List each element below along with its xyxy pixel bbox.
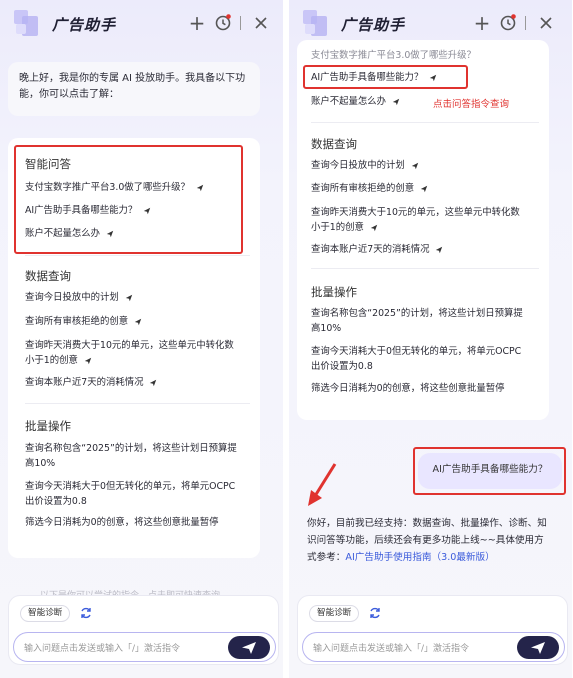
batch-item-1[interactable]: 查询名称包含“2025”的计划，将这些计划日预算提高10% [25, 441, 240, 471]
assistant-reply: 你好，目前我已经支持：数据查询、批量操作、诊断、知识问答等功能，后续还会有更多功… [307, 515, 547, 566]
section-divider [311, 268, 539, 269]
cut-off-item: 支付宝数字推广平台3.0做了哪些升级？ [311, 50, 476, 61]
header-divider [240, 16, 241, 30]
send-icon [242, 642, 256, 654]
user-message-bubble: AI广告助手具备哪些能力？ [418, 453, 562, 489]
data-item-1-label: 查询今日投放中的计划 [25, 292, 119, 303]
section-title-batch: 批量操作 [311, 285, 357, 299]
data-item-4[interactable]: 查询本账户近7天的消耗情况 [311, 242, 443, 257]
plus-icon[interactable]: + [186, 12, 208, 34]
data-item-2[interactable]: 查询所有审核拒绝的创意 [25, 314, 142, 329]
batch-item-2-label: 查询今天消耗大于0但无转化的单元，将单元OCPC出价设置为0.8 [311, 346, 522, 372]
composer: 智能诊断 输入问题点击发送或输入「/」激活指令 [297, 595, 568, 665]
send-icon [531, 642, 545, 654]
intro-bubble: 晚上好，我是你的专属 AI 投放助手。我具备以下功能，你可以点击了解： [8, 62, 260, 116]
section-title-data: 数据查询 [311, 137, 357, 151]
section-divider [25, 255, 250, 256]
data-item-1-label: 查询今日投放中的计划 [311, 160, 405, 171]
send-icon [134, 318, 142, 325]
batch-item-1-label: 查询名称包含“2025”的计划，将这些计划日预算提高10% [25, 443, 237, 469]
send-icon [125, 294, 132, 301]
batch-item-2-label: 查询今天消耗大于0但无转化的单元，将单元OCPC出价设置为0.8 [25, 481, 236, 507]
section-title-data: 数据查询 [25, 269, 71, 283]
message-input[interactable]: 输入问题点击发送或输入「/」激活指令 [13, 632, 276, 662]
data-item-4-label: 查询本账户近7天的消耗情况 [25, 377, 144, 388]
section-title-batch: 批量操作 [25, 419, 71, 433]
data-item-3-label: 查询昨天消费大于10元的单元，这些单元中转化数小于1的创意 [311, 207, 520, 233]
history-icon[interactable] [212, 12, 234, 34]
composer: 智能诊断 输入问题点击发送或输入「/」激活指令 [8, 595, 279, 665]
app-title: 广告助手 [52, 16, 117, 34]
send-icon [420, 185, 428, 192]
input-placeholder: 输入问题点击发送或输入「/」激活指令 [24, 644, 181, 654]
stage: 广告助手 + 晚上好，我是你的专属 AI 投放助手。我具备以下功能，你可以点击了… [0, 0, 573, 678]
send-icon [150, 379, 157, 386]
refresh-icon[interactable] [368, 606, 382, 620]
assistant-panel-right: 广告助手 + 支付宝数字推广平台3.0做了哪些升级？ AI广告助手具备哪些能力？… [289, 0, 572, 678]
section-divider [311, 122, 539, 123]
logo-icon [303, 10, 327, 36]
batch-item-3-label: 筛选今日消耗为0的创意，将这些创意批量暂停 [25, 517, 219, 528]
data-item-4-label: 查询本账户近7天的消耗情况 [311, 244, 430, 255]
batch-item-2[interactable]: 查询今天消耗大于0但无转化的单元，将单元OCPC出价设置为0.8 [311, 344, 529, 374]
plus-icon[interactable]: + [471, 12, 493, 34]
feature-card-scrolled: 支付宝数字推广平台3.0做了哪些升级？ AI广告助手具备哪些能力？ 账户不起量怎… [297, 40, 549, 420]
logo-icon [14, 10, 38, 36]
batch-item-3[interactable]: 筛选今日消耗为0的创意，将这些创意批量暂停 [25, 515, 240, 530]
send-icon [392, 98, 400, 105]
data-item-3-label: 查询昨天消费大于10元的单元，这些单元中转化数小于1的创意 [25, 340, 234, 366]
data-item-2-label: 查询所有审核拒绝的创意 [25, 316, 129, 327]
data-item-2[interactable]: 查询所有审核拒绝的创意 [311, 181, 428, 196]
data-item-3[interactable]: 查询昨天消费大于10元的单元，这些单元中转化数小于1的创意 [311, 205, 529, 235]
assistant-panel-left: 广告助手 + 晚上好，我是你的专属 AI 投放助手。我具备以下功能，你可以点击了… [0, 0, 283, 678]
header-divider [525, 16, 526, 30]
data-item-2-label: 查询所有审核拒绝的创意 [311, 183, 415, 194]
batch-item-2[interactable]: 查询今天消耗大于0但无转化的单元，将单元OCPC出价设置为0.8 [25, 479, 240, 509]
section-divider [25, 403, 250, 404]
close-icon[interactable] [535, 12, 557, 34]
data-item-4[interactable]: 查询本账户近7天的消耗情况 [25, 375, 157, 390]
send-button[interactable] [228, 636, 270, 659]
data-item-1[interactable]: 查询今日投放中的计划 [25, 290, 133, 305]
input-placeholder: 输入问题点击发送或输入「/」激活指令 [313, 644, 470, 654]
close-icon[interactable] [250, 12, 272, 34]
intro-text: 晚上好，我是你的专属 AI 投放助手。我具备以下功能，你可以点击了解： [19, 73, 246, 100]
guide-link[interactable]: AI广告助手使用指南（3.0最新版） [345, 552, 494, 563]
data-item-1[interactable]: 查询今日投放中的计划 [311, 158, 419, 173]
highlight-box-question [303, 65, 468, 89]
history-icon[interactable] [497, 12, 519, 34]
batch-item-1[interactable]: 查询名称包含“2025”的计划，将这些计划日预算提高10% [311, 306, 529, 336]
highlight-box-qa [14, 145, 243, 254]
batch-item-3[interactable]: 筛选今日消耗为0的创意，将这些创意批量暂停 [311, 381, 529, 396]
send-icon [411, 162, 418, 169]
send-icon [436, 246, 443, 253]
refresh-icon[interactable] [79, 606, 93, 620]
diagnosis-chip[interactable]: 智能诊断 [309, 605, 360, 622]
send-icon [84, 357, 92, 364]
data-item-3[interactable]: 查询昨天消费大于10元的单元，这些单元中转化数小于1的创意 [25, 338, 240, 368]
app-title: 广告助手 [341, 16, 406, 34]
qa-item-3[interactable]: 账户不起量怎么办 [311, 94, 400, 109]
batch-item-3-label: 筛选今日消耗为0的创意，将这些创意批量暂停 [311, 383, 505, 394]
panel-header: 广告助手 + [0, 0, 283, 46]
send-button[interactable] [517, 636, 559, 659]
send-icon [370, 224, 378, 231]
assistant-reply-bubble: 你好，目前我已经支持：数据查询、批量操作、诊断、知识问答等功能，后续还会有更多功… [297, 507, 549, 587]
annotation-label: 点击问答指令查询 [433, 99, 510, 110]
batch-item-1-label: 查询名称包含“2025”的计划，将这些计划日预算提高10% [311, 308, 523, 334]
diagnosis-chip[interactable]: 智能诊断 [20, 605, 71, 622]
message-input[interactable]: 输入问题点击发送或输入「/」激活指令 [302, 632, 565, 662]
qa-item-3-label: 账户不起量怎么办 [311, 96, 387, 107]
arrow-annotation-icon [308, 463, 337, 506]
